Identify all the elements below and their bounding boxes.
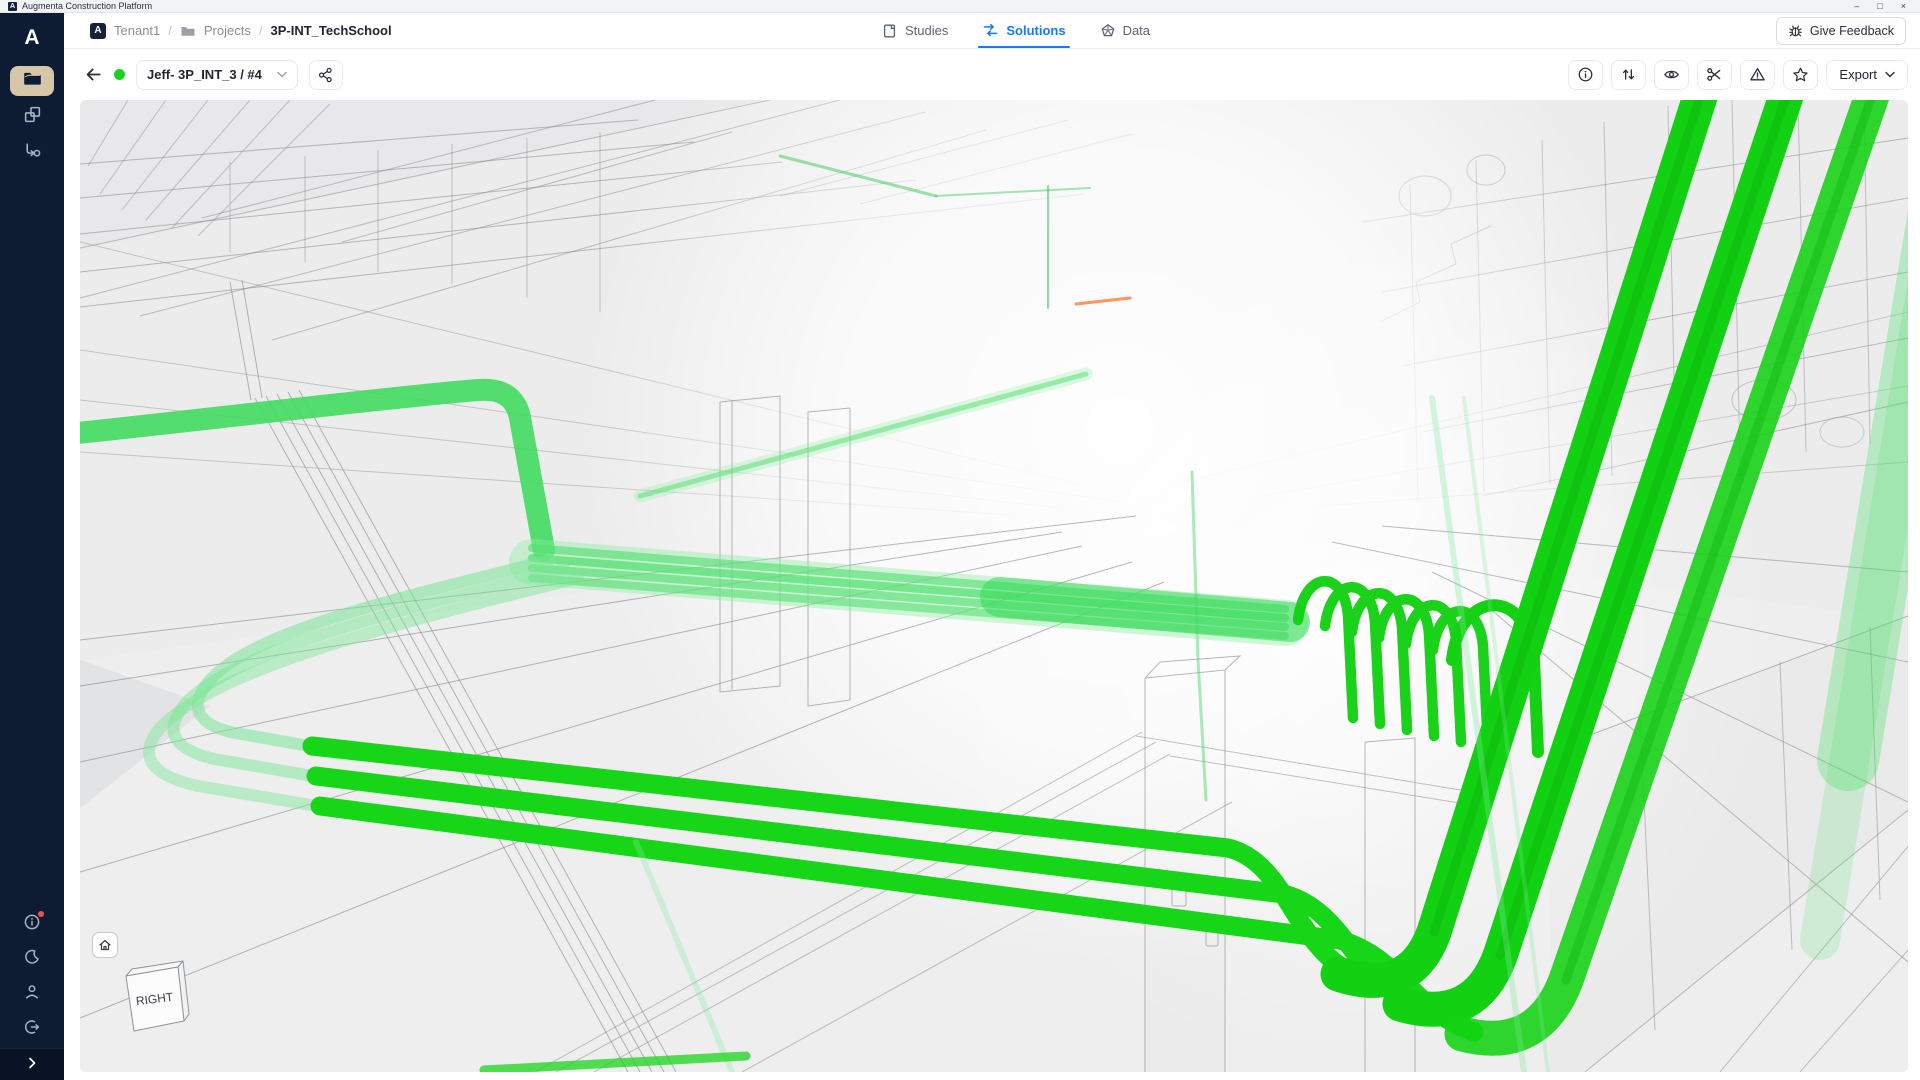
view-cube[interactable]: RIGHT: [112, 958, 204, 1042]
compare-button[interactable]: [1611, 60, 1646, 90]
model-viewport[interactable]: RIGHT: [80, 100, 1908, 1072]
tab-data-label: Data: [1123, 23, 1150, 38]
tab-studies-label: Studies: [905, 23, 948, 38]
breadcrumb: A Tenant1 / Projects / 3P-INT_TechSchool: [90, 23, 392, 39]
solution-status-dot: [114, 69, 125, 80]
solution-selector[interactable]: Jeff- 3P_INT_3 / #4: [136, 60, 298, 90]
data-icon: [1100, 23, 1116, 39]
close-button[interactable]: ×: [1901, 2, 1906, 11]
workflow-arrow-icon: [23, 141, 42, 165]
home-view-button[interactable]: [92, 932, 118, 958]
bug-icon: [1788, 23, 1803, 38]
window-title: Augmenta Construction Platform: [22, 1, 152, 11]
home-icon: [98, 938, 112, 952]
sidebar-item-workflows[interactable]: [10, 138, 54, 168]
export-button[interactable]: Export: [1826, 60, 1908, 90]
breadcrumb-separator2: /: [259, 23, 263, 38]
sidebar-dark-mode-button[interactable]: [23, 948, 41, 966]
chevron-down-icon: [1885, 71, 1895, 78]
export-label: Export: [1839, 67, 1877, 82]
give-feedback-button[interactable]: Give Feedback: [1776, 17, 1906, 45]
breadcrumb-tenant[interactable]: Tenant1: [114, 23, 160, 38]
breadcrumb-projects[interactable]: Projects: [204, 23, 251, 38]
sidebar-logout-button[interactable]: [23, 1018, 41, 1036]
breadcrumb-project-name: 3P-INT_TechSchool: [270, 23, 391, 38]
visibility-button[interactable]: [1654, 60, 1689, 90]
sidebar-profile-button[interactable]: [23, 983, 41, 1001]
solutions-icon: [982, 22, 999, 39]
tab-solutions[interactable]: Solutions: [982, 13, 1065, 48]
window-titlebar: A Augmenta Construction Platform – □ ×: [0, 0, 1920, 13]
grid-icon: [23, 105, 42, 129]
issues-button[interactable]: [1740, 60, 1775, 90]
info-button[interactable]: [1568, 60, 1603, 90]
give-feedback-label: Give Feedback: [1810, 24, 1894, 38]
folder-small-icon: [180, 23, 196, 39]
header: A Tenant1 / Projects / 3P-INT_TechSchool…: [64, 13, 1920, 49]
sidebar-logo: A: [24, 26, 39, 50]
sidebar-item-projects[interactable]: [10, 66, 54, 96]
app-logo-icon: A: [8, 2, 17, 11]
sidebar-notifications-button[interactable]: [23, 913, 41, 931]
folder-icon: [23, 69, 42, 93]
tab-studies[interactable]: Studies: [882, 13, 948, 48]
studies-icon: [882, 23, 898, 39]
solution-toolbar: Jeff- 3P_INT_3 / #4: [64, 49, 1920, 100]
sidebar: A: [0, 13, 64, 1080]
chevron-right-icon: [27, 1056, 37, 1074]
minimize-button[interactable]: –: [1854, 2, 1859, 11]
main-tabs: Studies Solutions Data: [882, 13, 1150, 48]
tenant-logo-icon: A: [90, 23, 106, 39]
tab-data[interactable]: Data: [1100, 13, 1150, 48]
maximize-button[interactable]: □: [1877, 2, 1882, 11]
wireframe-3d-scene: [80, 100, 1908, 1072]
chevron-down-icon: [277, 71, 287, 78]
notification-dot: [38, 911, 44, 917]
tab-solutions-label: Solutions: [1006, 23, 1065, 38]
favorite-button[interactable]: [1783, 60, 1818, 90]
share-button[interactable]: [309, 60, 343, 90]
sidebar-item-modules[interactable]: [10, 102, 54, 132]
sidebar-expand-button[interactable]: [0, 1048, 64, 1080]
section-cut-button[interactable]: [1697, 60, 1732, 90]
breadcrumb-separator: /: [168, 23, 172, 38]
solution-name: Jeff- 3P_INT_3 / #4: [147, 67, 262, 82]
back-button[interactable]: [84, 65, 103, 84]
